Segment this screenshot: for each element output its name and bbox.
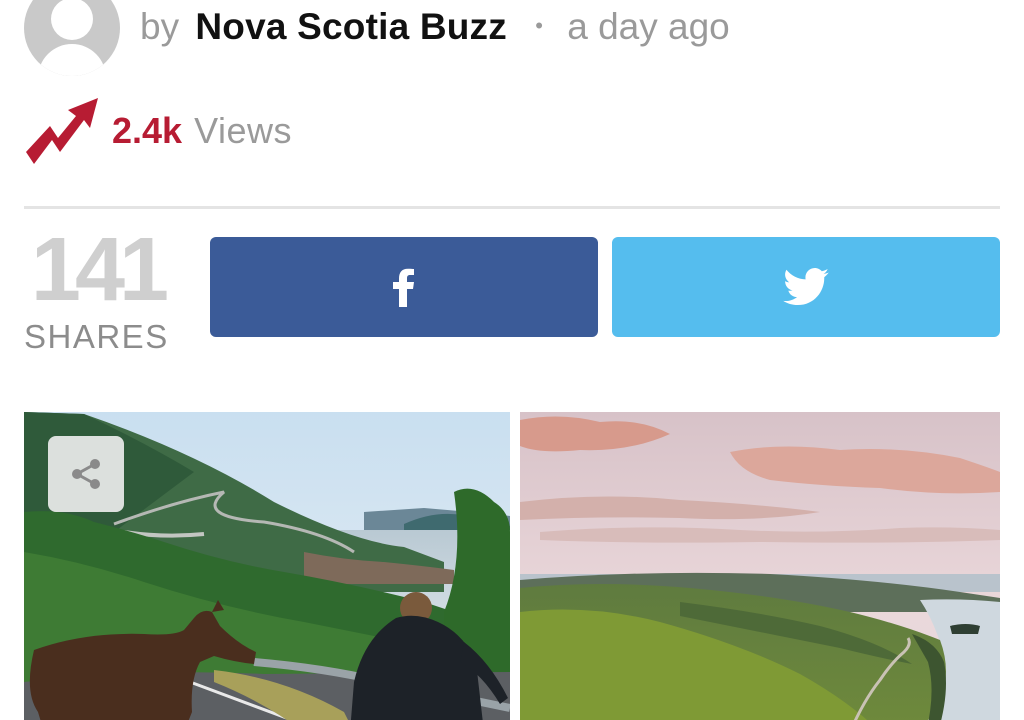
avatar-head <box>51 0 93 40</box>
divider <box>24 206 1000 209</box>
post-time: a day ago <box>567 6 730 47</box>
share-icon <box>72 459 100 489</box>
avatar-shoulders <box>38 44 106 76</box>
share-counter: 141 SHARES <box>24 220 169 356</box>
byline: by Nova Scotia Buzz • a day ago <box>140 6 730 48</box>
image-share-button[interactable] <box>48 436 124 512</box>
twitter-share-button[interactable] <box>612 237 1000 337</box>
trending-arrow-icon <box>26 98 98 164</box>
facebook-share-button[interactable] <box>210 237 598 337</box>
views-count: 2.4k <box>112 110 183 151</box>
facebook-icon <box>393 268 414 307</box>
share-count: 141 <box>30 220 169 320</box>
views-label: Views <box>194 110 292 151</box>
avatar[interactable] <box>24 0 120 76</box>
share-label: SHARES <box>24 318 169 355</box>
author-row: by Nova Scotia Buzz • a day ago <box>24 0 730 78</box>
twitter-icon <box>783 268 829 306</box>
photo-coastal-highlands[interactable] <box>520 412 1000 720</box>
views-row: 2.4k Views <box>24 96 292 166</box>
separator-dot: • <box>535 13 543 38</box>
coastal-highlands-image <box>520 412 1000 720</box>
author-name-link[interactable]: Nova Scotia Buzz <box>195 6 507 47</box>
by-label: by <box>140 6 180 47</box>
